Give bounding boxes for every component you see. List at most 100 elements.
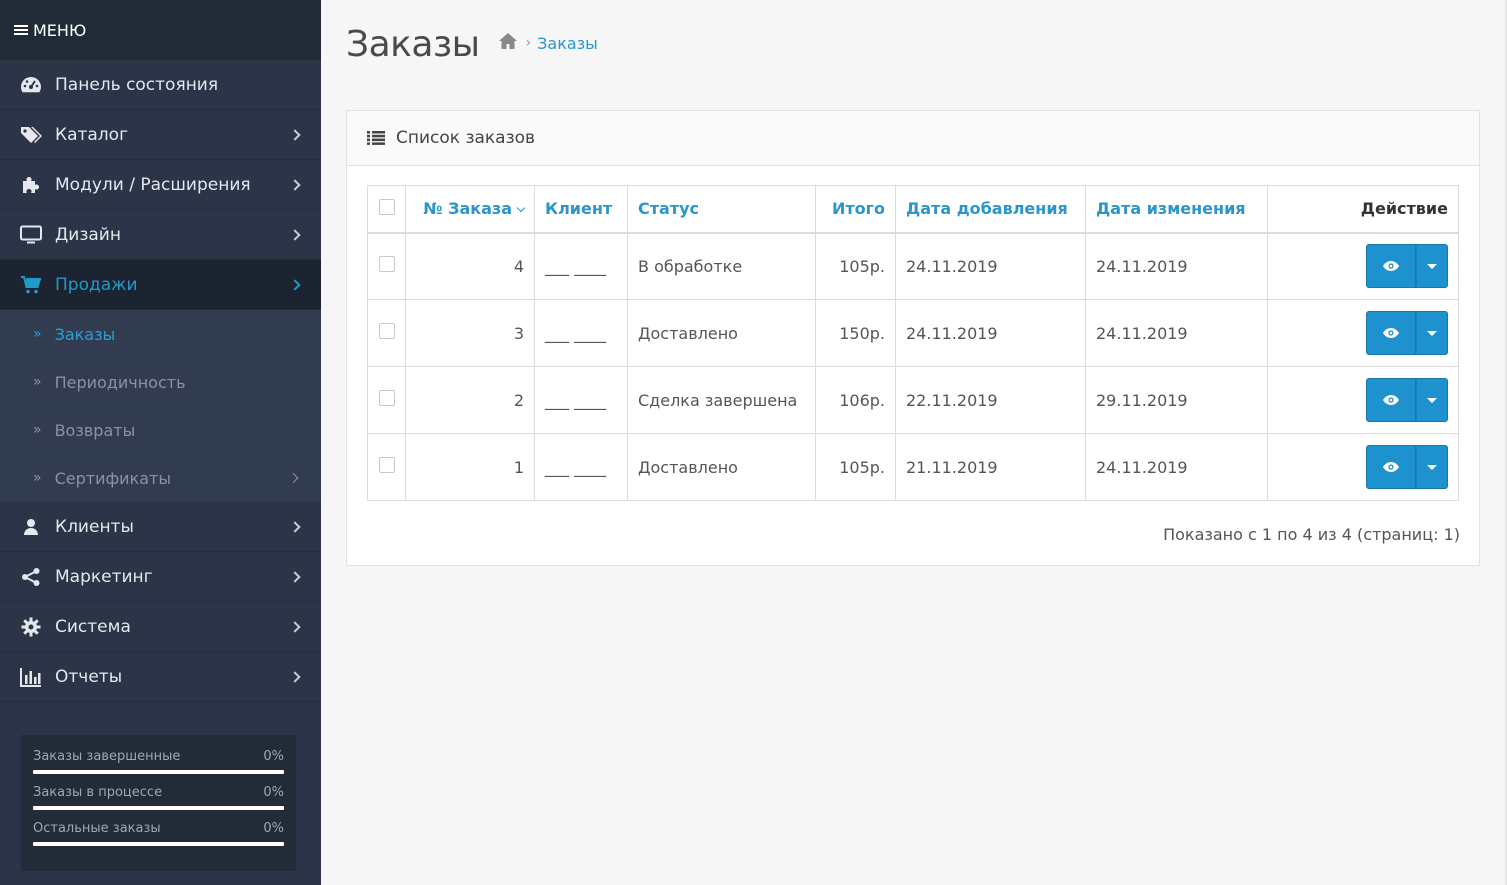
order-id-cell: 1 xyxy=(405,433,535,501)
total-cell: 105р. xyxy=(815,433,896,501)
view-button[interactable] xyxy=(1366,445,1416,489)
row-checkbox[interactable] xyxy=(378,457,395,473)
table-row: 4 ___ ____ В обработке 105р. 24.11.2019 … xyxy=(367,232,1459,300)
chevron-right-icon xyxy=(289,278,301,291)
view-button[interactable] xyxy=(1366,244,1416,289)
status-cell: Доставлено xyxy=(627,299,816,367)
action-cell xyxy=(1267,433,1459,501)
order-stats: Заказы завершенные 0% Заказы в процессе 0%… xyxy=(21,735,296,871)
submenu-item-recurring[interactable]: » Периодичность xyxy=(0,358,321,406)
progress-bar xyxy=(33,770,284,774)
sidebar-item-label: Клиенты xyxy=(55,516,134,537)
pagination-results: Показано с 1 по 4 из 4 (страниц: 1) xyxy=(1163,525,1460,544)
column-total[interactable]: Итого xyxy=(815,185,896,234)
row-checkbox[interactable] xyxy=(378,256,395,273)
sidebar-item-label: Отчеты xyxy=(55,666,123,687)
row-checkbox[interactable] xyxy=(378,390,395,406)
sidebar-item-sales[interactable]: Продажи xyxy=(0,260,321,310)
view-button[interactable] xyxy=(1366,311,1416,355)
sidebar-item-system[interactable]: Система xyxy=(0,602,321,652)
total-cell: 106р. xyxy=(815,366,896,434)
date-added-cell: 24.11.2019 xyxy=(895,299,1086,367)
breadcrumb-separator: › xyxy=(525,35,532,51)
sidebar-item-dashboard[interactable]: Панель состояния xyxy=(0,60,321,110)
sidebar-item-customers[interactable]: Клиенты xyxy=(0,502,321,552)
column-status[interactable]: Статус xyxy=(627,185,816,234)
view-button[interactable] xyxy=(1366,378,1416,422)
page-header: Заказы › Заказы xyxy=(346,24,598,65)
submenu-item-label: Сертификаты xyxy=(54,468,171,488)
stat-label: Заказы завершенные xyxy=(33,749,181,764)
sort-desc-icon xyxy=(516,204,526,213)
status-cell: В обработке xyxy=(627,232,816,300)
breadcrumb: › Заказы xyxy=(498,32,598,54)
chevron-right-icon xyxy=(289,128,301,141)
chevron-right-icon xyxy=(289,520,301,533)
sidebar-item-label: Модули / Расширения xyxy=(55,174,251,195)
progress-bar xyxy=(33,806,284,810)
sidebar-item-label: Система xyxy=(55,616,131,637)
action-cell xyxy=(1267,232,1459,300)
date-modified-cell: 24.11.2019 xyxy=(1085,299,1268,367)
total-cell: 150р. xyxy=(815,299,896,367)
dropdown-toggle-button[interactable] xyxy=(1416,244,1448,289)
chevron-right-icon xyxy=(289,570,301,583)
table-row: 3 ___ ____ Доставлено 150р. 24.11.2019 2… xyxy=(367,299,1459,367)
date-modified-cell: 24.11.2019 xyxy=(1085,433,1268,501)
stat-value: 0% xyxy=(263,785,284,800)
page-title: Заказы xyxy=(346,24,480,65)
home-icon[interactable] xyxy=(498,32,518,54)
submenu-item-orders[interactable]: » Заказы xyxy=(0,310,321,358)
shopping-cart-icon xyxy=(20,274,42,296)
dropdown-toggle-button[interactable] xyxy=(1416,378,1448,422)
gear-icon xyxy=(20,616,42,638)
status-cell: Сделка завершена xyxy=(627,366,816,434)
column-date-added[interactable]: Дата добавления xyxy=(895,185,1086,234)
row-checkbox[interactable] xyxy=(378,323,395,339)
tags-icon xyxy=(20,124,42,146)
stat-processing: Заказы в процессе 0% xyxy=(33,785,284,810)
breadcrumb-orders-link[interactable]: Заказы xyxy=(537,34,598,53)
dashboard-icon xyxy=(20,74,42,96)
submenu-item-returns[interactable]: » Возвраты xyxy=(0,406,321,454)
row-select-cell xyxy=(367,433,406,501)
submenu-item-label: Периодичность xyxy=(54,372,186,392)
hamburger-icon xyxy=(14,23,28,37)
column-label: Клиент xyxy=(545,199,613,219)
order-id-cell: 2 xyxy=(405,366,535,434)
select-all-checkbox[interactable] xyxy=(378,198,395,215)
stat-value: 0% xyxy=(263,749,284,764)
double-chevron-icon: » xyxy=(33,470,42,486)
dropdown-toggle-button[interactable] xyxy=(1416,311,1448,355)
column-customer[interactable]: Клиент xyxy=(534,185,628,234)
sidebar-item-label: Панель состояния xyxy=(55,74,219,95)
caret-down-icon xyxy=(1427,397,1437,403)
orders-panel: Список заказов № Заказа Клиент Статус Ит… xyxy=(346,110,1480,566)
column-label: Статус xyxy=(638,199,699,219)
table-row: 2 ___ ____ Сделка завершена 106р. 22.11.… xyxy=(367,366,1459,434)
sidebar-item-extensions[interactable]: Модули / Расширения xyxy=(0,160,321,210)
submenu-item-label: Возвраты xyxy=(54,420,136,440)
panel-heading: Список заказов xyxy=(347,111,1479,166)
customer-cell: ___ ____ xyxy=(534,366,628,434)
double-chevron-icon: » xyxy=(33,374,42,390)
sidebar: МЕНЮ Панель состояния Каталог Модули / Р… xyxy=(0,0,321,885)
sidebar-item-catalog[interactable]: Каталог xyxy=(0,110,321,160)
menu-toggle[interactable]: МЕНЮ xyxy=(0,0,321,60)
column-date-modified[interactable]: Дата изменения xyxy=(1085,185,1268,234)
column-order-id[interactable]: № Заказа xyxy=(405,185,535,234)
sidebar-item-reports[interactable]: Отчеты xyxy=(0,652,321,702)
sidebar-item-design[interactable]: Дизайн xyxy=(0,210,321,260)
main-content: Заказы › Заказы Список заказов № Заказа … xyxy=(321,0,1507,885)
bar-chart-icon xyxy=(20,666,42,688)
order-id-cell: 3 xyxy=(405,299,535,367)
sidebar-item-marketing[interactable]: Маркетинг xyxy=(0,552,321,602)
user-icon xyxy=(20,516,42,538)
chevron-right-icon xyxy=(289,620,301,633)
submenu-item-vouchers[interactable]: » Сертификаты xyxy=(0,454,321,502)
action-cell xyxy=(1267,366,1459,434)
dropdown-toggle-button[interactable] xyxy=(1416,445,1448,489)
date-added-cell: 24.11.2019 xyxy=(895,232,1086,300)
eye-icon xyxy=(1383,328,1399,338)
sidebar-item-label: Дизайн xyxy=(55,224,121,245)
